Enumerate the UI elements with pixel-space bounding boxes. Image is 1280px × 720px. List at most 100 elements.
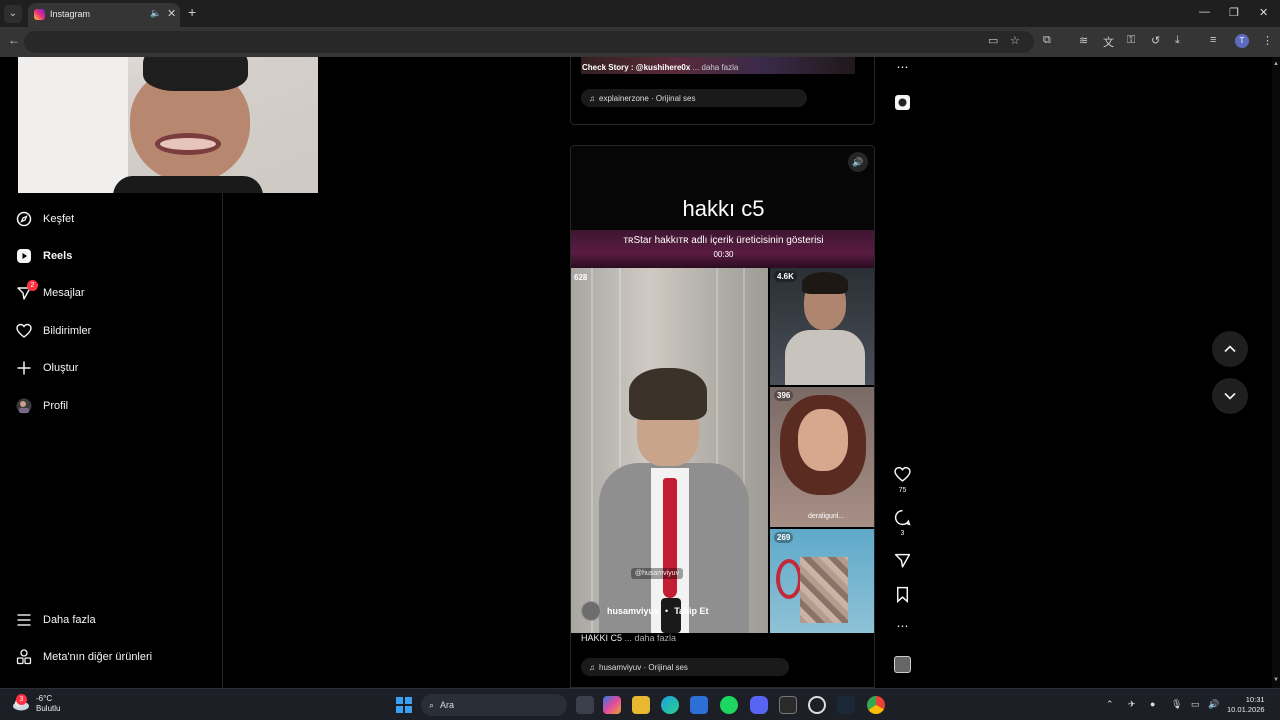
sidebar-item-label: Bildirimler	[43, 325, 92, 337]
previous-reel-button[interactable]	[1212, 331, 1248, 367]
sidebar-item-label: Keşfet	[43, 213, 75, 225]
clock-date: 10.01.2026	[1227, 705, 1265, 714]
address-bar[interactable]	[24, 31, 1034, 53]
sidebar-item-more[interactable]: Daha fazla	[16, 608, 96, 632]
history-icon[interactable]: ↺	[1151, 34, 1160, 47]
caption-more-link[interactable]: ... daha fazla	[625, 633, 677, 643]
caption-more-link[interactable]: ... daha fazla	[693, 63, 739, 72]
menu-icon	[16, 612, 32, 628]
guest-count: 269	[774, 532, 794, 543]
chevron-down-icon	[1224, 392, 1236, 400]
translate-icon[interactable]: 文	[1103, 34, 1114, 50]
cast-icon[interactable]: ▭	[988, 34, 998, 47]
microphone-icon[interactable]: 🎙	[1171, 699, 1182, 710]
edge-icon[interactable]	[661, 696, 679, 714]
taskbar-search[interactable]: ⌕ Ara	[421, 694, 567, 716]
audio-pill[interactable]: ♫ explainerzone · Orijinal ses	[581, 89, 807, 107]
speaker-icon[interactable]: 🔈	[150, 8, 161, 19]
sidebar-item-profile[interactable]: Profil	[16, 394, 68, 418]
restore-icon[interactable]: ❐	[1229, 6, 1239, 19]
file-explorer-icon[interactable]	[632, 696, 650, 714]
live-timer: 00:30	[713, 250, 734, 259]
scroll-down-arrow-icon[interactable]: ▼	[1273, 677, 1279, 683]
webcam-mouth	[155, 133, 221, 155]
close-tab-icon[interactable]: ✕	[167, 7, 176, 20]
audio-thumb-icon[interactable]	[894, 94, 911, 116]
minimize-icon[interactable]: —	[1199, 6, 1210, 18]
discord-icon[interactable]	[750, 696, 768, 714]
windows-start-icon[interactable]	[396, 697, 412, 713]
follow-button[interactable]: Takip Et	[674, 606, 708, 616]
close-window-icon[interactable]: ✕	[1259, 6, 1268, 19]
bookmark-star-icon[interactable]: ☆	[1010, 34, 1020, 47]
volume-icon[interactable]: 🔊	[1208, 699, 1219, 710]
author-avatar[interactable]	[581, 601, 601, 621]
more-options-icon[interactable]: ⋯	[894, 60, 911, 74]
reading-list-icon[interactable]: ≡	[1210, 34, 1216, 46]
extensions-icon[interactable]: ⧉	[1043, 34, 1051, 47]
copilot-icon[interactable]	[603, 696, 621, 714]
audio-thumb-icon[interactable]	[894, 656, 911, 673]
tray-app-icon[interactable]: ✈	[1128, 699, 1136, 710]
back-arrow-icon[interactable]: ←	[8, 33, 20, 47]
kebab-menu-icon[interactable]: ⋮	[1262, 34, 1273, 47]
password-key-icon[interactable]: ⚿	[1127, 34, 1135, 47]
network-icon[interactable]: ▭	[1191, 699, 1200, 710]
sidebar-item-explore[interactable]: Keşfet	[16, 207, 74, 231]
profile-avatar[interactable]: T	[1235, 34, 1249, 48]
sidebar-item-reels[interactable]: Reels	[16, 244, 72, 268]
more-options-icon[interactable]: ⋯	[894, 619, 911, 633]
tray-chevron-up-icon[interactable]: ⌃	[1106, 699, 1114, 710]
music-note-icon: ♫	[589, 93, 595, 103]
spotify-icon[interactable]	[720, 696, 738, 714]
guest-2-face	[798, 409, 848, 471]
comment-icon[interactable]	[894, 509, 911, 531]
sidebar-item-notifications[interactable]: Bildirimler	[16, 319, 91, 343]
like-count: 75	[898, 487, 907, 494]
reel-video[interactable]: hakkı c5 🔊 ᴛʀStar hakkıᴛʀ adlı içerik ür…	[570, 145, 875, 688]
curtain-fold	[591, 268, 593, 633]
app-icon[interactable]	[808, 696, 826, 714]
comment-count: 3	[900, 530, 905, 537]
task-view-icon[interactable]	[576, 696, 594, 714]
windows-taskbar: 3 -6°C Bulutlu ⌕ Ara ⌃ ✈ ● 🎙 ▭ 🔊 10:31 1…	[0, 688, 1280, 720]
tray-app-icon[interactable]: ●	[1150, 699, 1155, 709]
notification-badge: 2	[27, 280, 38, 291]
reel-caption: HAKKI C5 ... daha fazla	[581, 633, 676, 643]
steam-icon[interactable]	[837, 696, 855, 714]
previous-reel: Check Story : @kushihere0x ... daha fazl…	[570, 57, 875, 125]
like-heart-icon[interactable]	[894, 466, 911, 488]
system-clock[interactable]: 10:31 10.01.2026	[1227, 695, 1265, 715]
store-icon[interactable]	[690, 696, 708, 714]
sidebar-item-messages[interactable]: 2 Mesajlar	[16, 280, 85, 305]
profile-avatar	[16, 398, 32, 414]
sidebar-item-meta-apps[interactable]: Meta'nın diğer ürünleri	[16, 645, 152, 669]
share-icon[interactable]	[894, 552, 911, 574]
host-hair	[629, 368, 707, 420]
audio-pill[interactable]: ♫ husamviyuv · Orijinal ses	[581, 658, 789, 676]
browser-tab[interactable]: Instagram 🔈 ✕	[28, 3, 180, 27]
main-host-cam: @husamviyuv 628	[571, 268, 768, 633]
weather-widget[interactable]: 3 -6°C Bulutlu	[12, 694, 60, 714]
next-reel-button[interactable]	[1212, 378, 1248, 414]
chevron-up-icon	[1224, 345, 1236, 353]
music-note-icon: ♫	[589, 662, 595, 672]
save-bookmark-icon[interactable]	[894, 586, 911, 608]
webcam-background	[18, 57, 128, 193]
download-icon[interactable]: ⤓	[1175, 34, 1180, 47]
chrome-icon[interactable]	[867, 696, 885, 714]
reel-author: husamviyuv • Takip Et	[581, 601, 709, 621]
page-scrollbar[interactable]	[1272, 57, 1280, 688]
sidebar-item-create[interactable]: Oluştur	[16, 356, 78, 380]
sidebar-item-label: Daha fazla	[43, 614, 96, 626]
author-username[interactable]: husamviyuv	[607, 606, 659, 616]
epic-games-icon[interactable]	[779, 696, 797, 714]
tab-search-chevron-icon[interactable]: ⌄	[4, 5, 22, 23]
scroll-up-arrow-icon[interactable]: ▲	[1273, 61, 1279, 67]
reels-icon	[16, 248, 32, 264]
caption-handle[interactable]: : @kushihere0x	[631, 63, 690, 72]
extension-icon-1[interactable]: ≋	[1079, 34, 1088, 47]
compass-icon	[16, 211, 32, 227]
speaker-icon[interactable]: 🔊	[848, 152, 868, 172]
new-tab-icon[interactable]: +	[188, 4, 196, 20]
